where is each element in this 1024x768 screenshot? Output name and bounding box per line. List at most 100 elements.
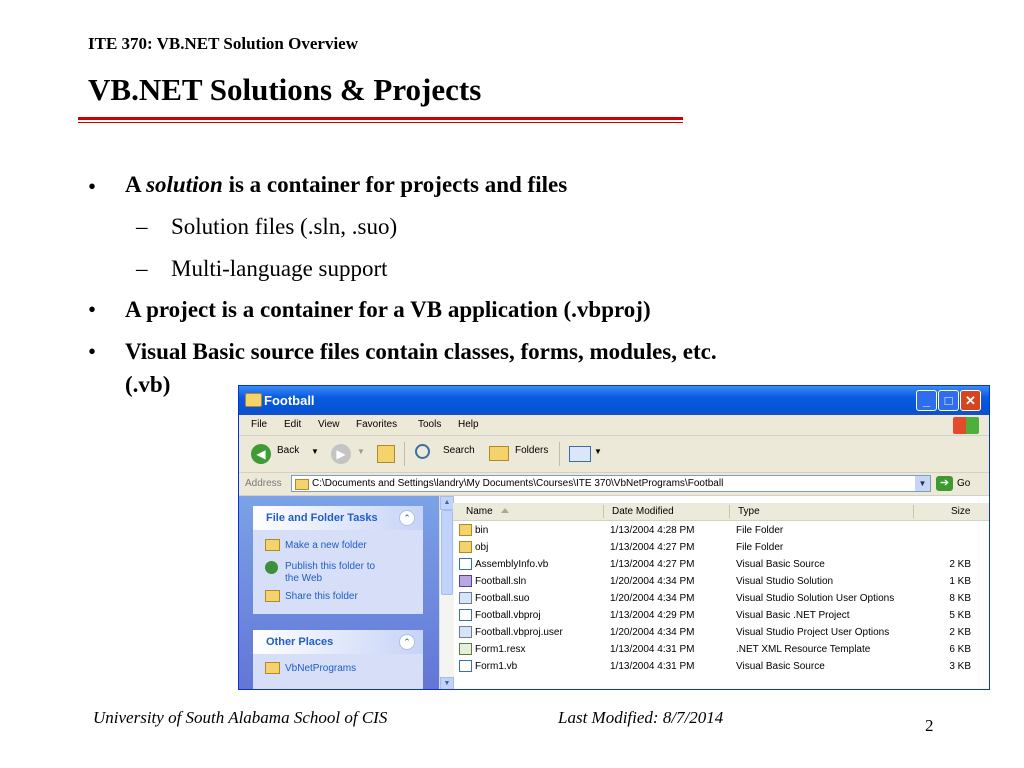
publish-folder-link-line-2[interactable]: the Web <box>285 573 322 585</box>
file-date: 1/13/2004 4:29 PM <box>610 610 695 621</box>
file-name: Football.suo <box>475 593 530 604</box>
file-row[interactable]: Form1.vb 1/13/2004 4:31 PM Visual Basic … <box>453 658 989 675</box>
address-input[interactable]: C:\Documents and Settings\landry\My Docu… <box>291 475 931 492</box>
scroll-down-icon[interactable]: ▼ <box>440 677 454 689</box>
file-size: 2 KB <box>949 559 971 570</box>
maximize-button[interactable]: □ <box>938 390 959 411</box>
windows-logo-icon <box>953 417 979 434</box>
share-folder-icon <box>265 590 280 602</box>
column-size[interactable]: Size <box>951 506 970 517</box>
file-type: Visual Studio Solution <box>736 576 834 587</box>
column-divider[interactable] <box>603 505 604 518</box>
place-vbnetprograms-link[interactable]: VbNetPrograms <box>285 663 356 675</box>
window-titlebar[interactable]: Football _ □ ✕ <box>239 386 989 415</box>
forward-dropdown-icon[interactable]: ▼ <box>357 447 365 456</box>
back-arrow-icon[interactable]: ◀ <box>251 444 271 464</box>
go-arrow-icon[interactable]: ➔ <box>936 476 953 491</box>
menu-tools[interactable]: Tools <box>418 419 441 430</box>
explorer-window: Football _ □ ✕ File Edit View Favorites … <box>238 385 990 690</box>
file-folder-tasks-panel: File and Folder Tasks ⌃ Make a new folde… <box>253 506 423 614</box>
vb-source-file-icon <box>459 660 472 672</box>
solution-file-icon <box>459 575 472 587</box>
column-date-modified[interactable]: Date Modified <box>612 506 674 517</box>
file-date: 1/13/2004 4:27 PM <box>610 542 695 553</box>
folder-icon <box>459 524 472 536</box>
options-file-icon <box>459 626 472 638</box>
file-type: Visual Studio Solution User Options <box>736 593 895 604</box>
forward-arrow-icon[interactable]: ▶ <box>331 444 351 464</box>
bullet-3-line-2: (.vb) <box>125 372 171 397</box>
sort-ascending-icon <box>501 508 509 513</box>
toolbar-separator <box>559 442 560 466</box>
back-button[interactable]: Back <box>277 445 299 456</box>
footer-last-modified: Last Modified: 8/7/2014 <box>558 708 724 727</box>
folder-icon <box>245 393 262 407</box>
folders-button[interactable]: Folders <box>515 445 548 456</box>
address-dropdown-icon[interactable]: ▼ <box>915 476 930 491</box>
collapse-chevron-icon[interactable]: ⌃ <box>399 634 415 650</box>
scroll-up-icon[interactable]: ▲ <box>440 496 454 510</box>
file-type: Visual Basic Source <box>736 661 825 672</box>
page-number: 2 <box>925 716 934 735</box>
globe-icon <box>265 561 278 574</box>
file-date: 1/13/2004 4:31 PM <box>610 661 695 672</box>
bullet-dot: • <box>88 339 97 364</box>
file-date: 1/20/2004 4:34 PM <box>610 627 695 638</box>
file-type: Visual Basic Source <box>736 559 825 570</box>
menu-favorites[interactable]: Favorites <box>356 419 397 430</box>
file-date: 1/13/2004 4:27 PM <box>610 559 695 570</box>
menu-bar: File Edit View Favorites Tools Help <box>239 415 989 436</box>
column-divider[interactable] <box>913 505 914 518</box>
file-row[interactable]: bin 1/13/2004 4:28 PM File Folder <box>453 522 989 539</box>
file-row[interactable]: AssemblyInfo.vb 1/13/2004 4:27 PM Visual… <box>453 556 989 573</box>
file-folder-tasks-header[interactable]: File and Folder Tasks ⌃ <box>253 506 423 530</box>
column-type[interactable]: Type <box>738 506 760 517</box>
search-icon[interactable] <box>415 444 430 459</box>
file-size: 8 KB <box>949 593 971 604</box>
other-places-header[interactable]: Other Places ⌃ <box>253 630 423 654</box>
address-value: C:\Documents and Settings\landry\My Docu… <box>312 478 724 489</box>
folder-icon <box>265 662 280 674</box>
views-dropdown-icon[interactable]: ▼ <box>594 447 602 456</box>
footer-institution: University of South Alabama School of CI… <box>93 708 388 727</box>
vb-source-file-icon <box>459 558 472 570</box>
file-row[interactable]: Form1.resx 1/13/2004 4:31 PM .NET XML Re… <box>453 641 989 658</box>
file-type: .NET XML Resource Template <box>736 644 871 655</box>
window-title: Football <box>264 393 315 408</box>
file-type: File Folder <box>736 542 784 553</box>
publish-folder-link[interactable]: Publish this folder to <box>285 561 375 573</box>
menu-help[interactable]: Help <box>458 419 479 430</box>
file-row[interactable]: Football.suo 1/20/2004 4:34 PM Visual St… <box>453 590 989 607</box>
other-places-panel: Other Places ⌃ VbNetPrograms <box>253 630 423 689</box>
up-folder-icon[interactable] <box>377 445 395 463</box>
task-pane-scrollbar[interactable]: ▲ ▼ <box>439 496 454 689</box>
bullet-1-emphasis: solution <box>146 172 223 197</box>
file-row[interactable]: Football.vbproj.user 1/20/2004 4:34 PM V… <box>453 624 989 641</box>
go-button[interactable]: Go <box>957 478 970 489</box>
make-new-folder-link[interactable]: Make a new folder <box>285 540 367 552</box>
menu-view[interactable]: View <box>318 419 340 430</box>
back-dropdown-icon[interactable]: ▼ <box>311 447 319 456</box>
share-folder-link[interactable]: Share this folder <box>285 591 358 603</box>
sub-dash: – <box>136 214 148 239</box>
sub-dash: – <box>136 256 148 281</box>
minimize-button[interactable]: _ <box>916 390 937 411</box>
search-button[interactable]: Search <box>443 445 475 456</box>
file-list-header: Name Date Modified Type Size <box>453 503 989 521</box>
collapse-chevron-icon[interactable]: ⌃ <box>399 510 415 526</box>
menu-edit[interactable]: Edit <box>284 419 301 430</box>
file-row[interactable]: Football.vbproj 1/13/2004 4:29 PM Visual… <box>453 607 989 624</box>
folders-icon[interactable] <box>489 446 509 461</box>
bullet-2: A project is a container for a VB applic… <box>125 297 651 322</box>
close-button[interactable]: ✕ <box>960 390 981 411</box>
column-name[interactable]: Name <box>466 506 493 517</box>
file-row[interactable]: obj 1/13/2004 4:27 PM File Folder <box>453 539 989 556</box>
file-type: File Folder <box>736 525 784 536</box>
menu-file[interactable]: File <box>251 419 267 430</box>
sub-bullet-2: Multi-language support <box>171 256 388 281</box>
scroll-thumb[interactable] <box>441 510 453 595</box>
column-divider[interactable] <box>729 505 730 518</box>
file-row[interactable]: Football.sln 1/20/2004 4:34 PM Visual St… <box>453 573 989 590</box>
file-date: 1/20/2004 4:34 PM <box>610 576 695 587</box>
views-icon[interactable] <box>569 446 591 462</box>
